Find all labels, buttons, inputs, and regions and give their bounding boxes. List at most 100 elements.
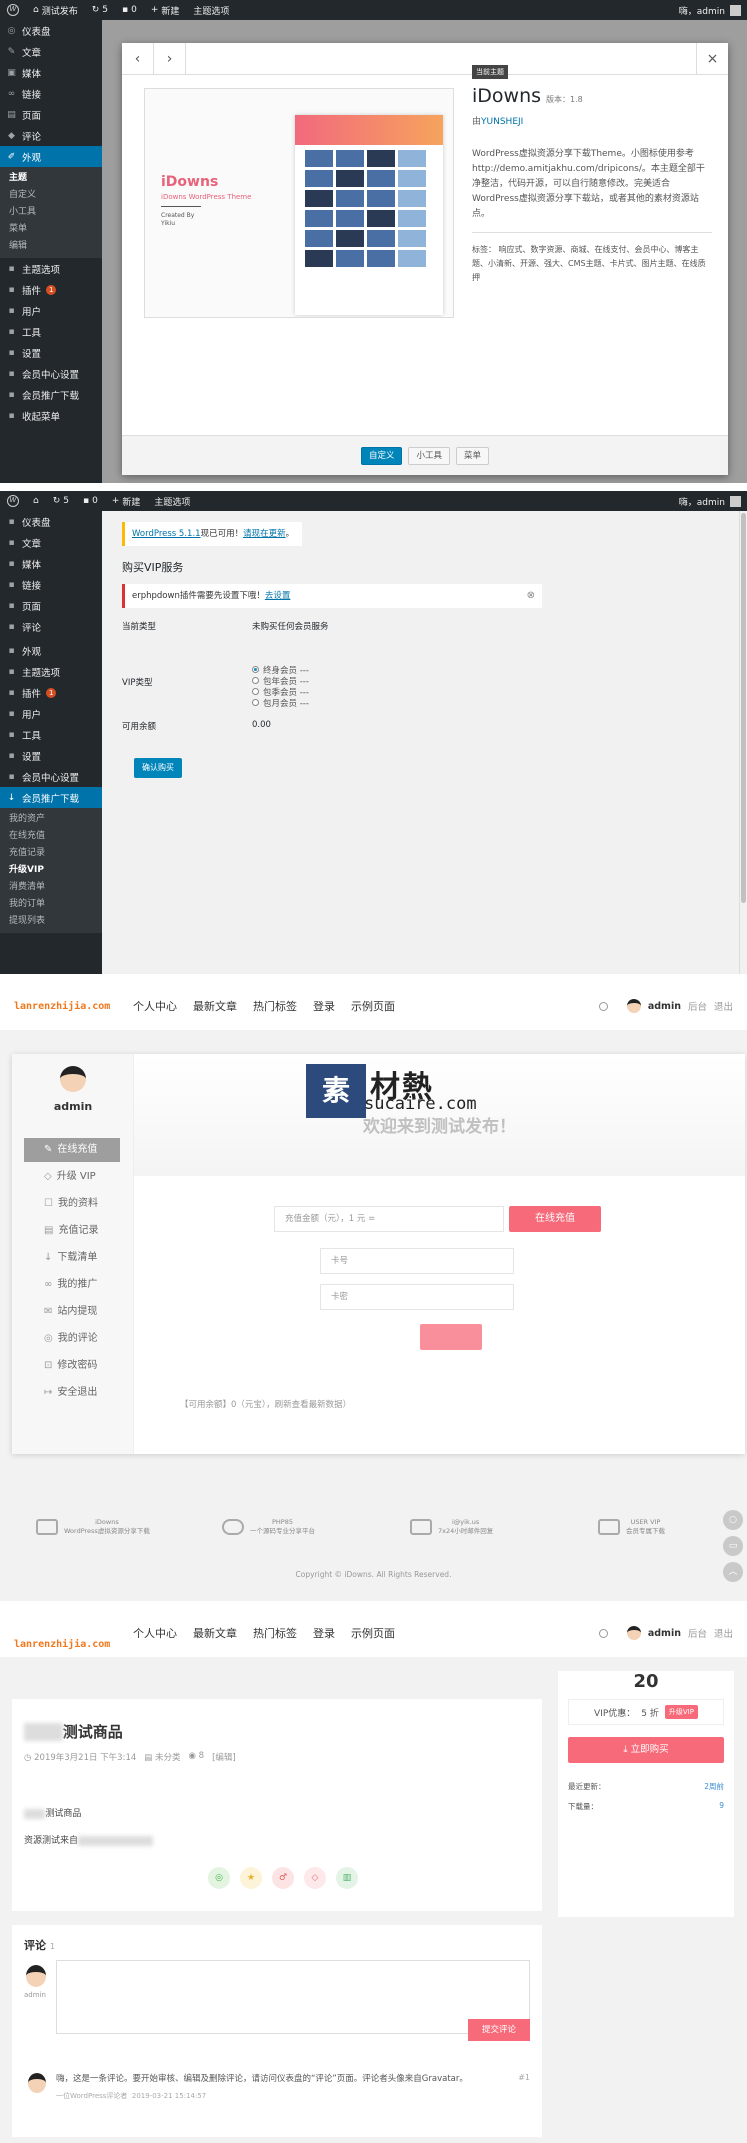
- submenu-item[interactable]: 提现列表: [0, 913, 102, 930]
- sidebar-item[interactable]: ▪ 仪表盘: [0, 511, 102, 532]
- user-menu-item[interactable]: ☐ 我的资料: [24, 1192, 120, 1216]
- chat-float-icon[interactable]: ▭: [723, 1536, 743, 1556]
- wp-logo[interactable]: W: [0, 491, 26, 511]
- back-to-top-icon[interactable]: ︿: [723, 1562, 743, 1582]
- sidebar-item[interactable]: ▪ 用户: [0, 300, 102, 321]
- nav-tags[interactable]: 热门标签: [253, 1625, 297, 1641]
- logout-link[interactable]: 退出: [714, 1626, 733, 1640]
- user-menu-item[interactable]: ⊡ 修改密码: [24, 1354, 120, 1378]
- sidebar-item[interactable]: ▪ 会员中心设置: [0, 363, 102, 384]
- submenu-item[interactable]: 升级VIP: [0, 862, 102, 879]
- user-menu-item[interactable]: ↓ 下载清单: [24, 1246, 120, 1270]
- site-link[interactable]: ⌂ 测试发布: [26, 0, 85, 20]
- menus-button[interactable]: 菜单: [456, 446, 490, 465]
- site-logo[interactable]: lanrenzhijia.com: [14, 1639, 110, 1650]
- sidebar-item[interactable]: ▪ 媒体: [0, 553, 102, 574]
- sidebar-item[interactable]: ▤ 页面: [0, 104, 102, 125]
- card-password-input[interactable]: 卡密: [320, 1284, 514, 1310]
- submenu-item[interactable]: 菜单: [0, 221, 102, 238]
- sidebar-item[interactable]: ▪ 工具: [0, 724, 102, 745]
- update-now-link[interactable]: 请现在更新: [243, 529, 286, 539]
- avatar[interactable]: [626, 1626, 641, 1640]
- sidebar-item[interactable]: ▪ 外观: [0, 640, 102, 661]
- sidebar-item[interactable]: ✎ 文章: [0, 41, 102, 62]
- nav-user-center[interactable]: 个人中心: [133, 1625, 177, 1641]
- site-link[interactable]: ⌂: [26, 491, 46, 511]
- nav-sample[interactable]: 示例页面: [351, 1625, 395, 1641]
- logout-link[interactable]: 退出: [714, 999, 733, 1013]
- backend-link[interactable]: 后台: [688, 999, 707, 1013]
- comments-link[interactable]: ▪ 0: [76, 491, 105, 511]
- sidebar-item[interactable]: ▪ 工具: [0, 321, 102, 342]
- nav-login[interactable]: 登录: [313, 1625, 335, 1641]
- nav-login[interactable]: 登录: [313, 998, 335, 1014]
- author-link[interactable]: YUNSHEJI: [481, 117, 523, 127]
- buy-now-button[interactable]: ⤓ 立即购买: [568, 1737, 724, 1763]
- username[interactable]: admin: [648, 1001, 681, 1012]
- submenu-item[interactable]: 消费清单: [0, 879, 102, 896]
- submenu-item[interactable]: 我的订单: [0, 896, 102, 913]
- vip-option-quarterly[interactable]: 包季会员 ---: [252, 686, 329, 698]
- submenu-item[interactable]: 主题: [0, 170, 102, 187]
- next-theme-button[interactable]: ›: [154, 43, 186, 75]
- search-float-icon[interactable]: ○: [723, 1510, 743, 1530]
- edit-link[interactable]: [编辑]: [212, 1751, 236, 1763]
- star-icon[interactable]: ★: [240, 1867, 262, 1889]
- user-menu-item[interactable]: ◇ 升级 VIP: [24, 1165, 120, 1189]
- post-category[interactable]: ▤ 未分类: [144, 1751, 180, 1763]
- submenu-item[interactable]: 充值记录: [0, 845, 102, 862]
- theme-options-link[interactable]: 主题选项: [147, 491, 197, 511]
- sidebar-item[interactable]: ▪ 文章: [0, 532, 102, 553]
- card-submit-button[interactable]: [420, 1324, 482, 1350]
- wechat-icon[interactable]: ◎: [208, 1867, 230, 1889]
- user-menu-item[interactable]: ✎ 在线充值: [24, 1138, 120, 1162]
- scroll-thumb[interactable]: [741, 513, 746, 903]
- sidebar-item[interactable]: ▪ 插件 1: [0, 279, 102, 300]
- sidebar-item[interactable]: ∞ 链接: [0, 83, 102, 104]
- configure-link[interactable]: 去设置: [265, 591, 291, 601]
- theme-options-link[interactable]: 主题选项: [186, 0, 236, 20]
- nav-latest[interactable]: 最新文章: [193, 1625, 237, 1641]
- avatar[interactable]: [626, 999, 641, 1013]
- confirm-purchase-button[interactable]: 确认购买: [134, 758, 182, 778]
- wp-version-link[interactable]: WordPress 5.1.1: [132, 529, 201, 539]
- search-icon[interactable]: [598, 1001, 608, 1011]
- recharge-button[interactable]: 在线充值: [509, 1206, 601, 1232]
- amount-input[interactable]: 充值金额（元），1 元 =: [274, 1206, 504, 1232]
- backend-link[interactable]: 后台: [688, 1626, 707, 1640]
- user-menu-item[interactable]: ↦ 安全退出: [24, 1381, 120, 1405]
- submenu-item[interactable]: 编辑: [0, 238, 102, 255]
- comments-link[interactable]: ▪ 0: [115, 0, 144, 20]
- dismiss-icon[interactable]: ⊗: [527, 584, 535, 608]
- sidebar-item[interactable]: ▪ 主题选项: [0, 661, 102, 682]
- customize-button[interactable]: 自定义: [360, 446, 403, 465]
- sidebar-item[interactable]: ▪ 设置: [0, 745, 102, 766]
- user-menu-item[interactable]: ∞ 我的推广: [24, 1273, 120, 1297]
- new-content-link[interactable]: + 新建: [105, 491, 148, 511]
- copy-icon[interactable]: ▥: [336, 1867, 358, 1889]
- nav-sample[interactable]: 示例页面: [351, 998, 395, 1014]
- sidebar-item[interactable]: ▪ 页面: [0, 595, 102, 616]
- nav-tags[interactable]: 热门标签: [253, 998, 297, 1014]
- vip-option-monthly[interactable]: 包月会员 ---: [252, 697, 329, 709]
- user-menu-item[interactable]: ▤ 充值记录: [24, 1219, 120, 1243]
- previous-theme-button[interactable]: ‹: [122, 43, 154, 75]
- account-menu[interactable]: 嗨，admin: [679, 4, 747, 17]
- scrollbar[interactable]: [739, 511, 747, 974]
- vip-option-yearly[interactable]: 包年会员 ---: [252, 675, 329, 687]
- weibo-icon[interactable]: ♂: [272, 1867, 294, 1889]
- submit-comment-button[interactable]: 提交评论: [468, 2019, 530, 2041]
- upgrade-vip-button[interactable]: 升级VIP: [664, 1705, 698, 1719]
- widgets-button[interactable]: 小工具: [408, 446, 450, 465]
- sidebar-item-member-download[interactable]: ↓ 会员推广下载: [0, 787, 102, 808]
- vip-option-lifetime[interactable]: 终身会员 ---: [252, 664, 329, 676]
- new-content-link[interactable]: + 新建: [144, 0, 187, 20]
- submenu-item[interactable]: 小工具: [0, 204, 102, 221]
- sidebar-item[interactable]: ▣ 媒体: [0, 62, 102, 83]
- sidebar-item[interactable]: ▪ 评论: [0, 616, 102, 637]
- user-menu-item[interactable]: ◎ 我的评论: [24, 1327, 120, 1351]
- wp-logo[interactable]: W: [0, 0, 26, 20]
- sidebar-item[interactable]: ▪ 主题选项: [0, 258, 102, 279]
- sidebar-item[interactable]: ▪ 收起菜单: [0, 405, 102, 426]
- qq-icon[interactable]: ◇: [304, 1867, 326, 1889]
